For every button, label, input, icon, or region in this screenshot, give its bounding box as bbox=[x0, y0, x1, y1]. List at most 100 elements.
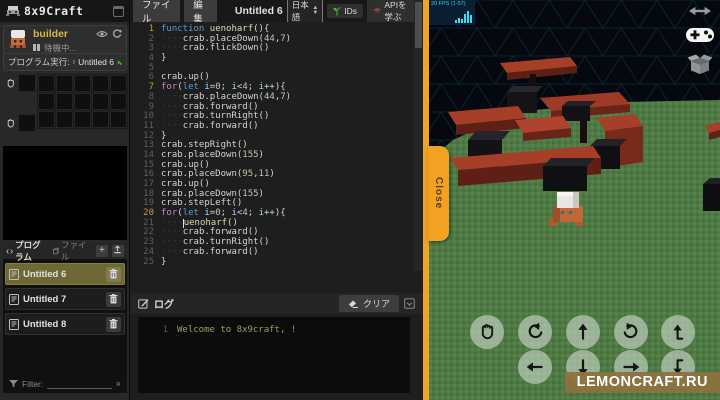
inventory-slot[interactable] bbox=[56, 75, 73, 92]
line-number: 5 bbox=[148, 62, 154, 73]
inventory-slot[interactable] bbox=[18, 74, 36, 92]
control-step-up-button[interactable] bbox=[661, 315, 695, 349]
close-panel-tab[interactable]: Close bbox=[428, 146, 449, 241]
line-number: 3 bbox=[148, 43, 154, 54]
program-name: Untitled 8 bbox=[23, 318, 67, 330]
inventory bbox=[5, 74, 128, 136]
run-program-button[interactable] bbox=[117, 55, 122, 70]
filter-icon bbox=[9, 379, 18, 388]
program-name: Untitled 7 bbox=[23, 293, 67, 305]
files-icon bbox=[52, 247, 60, 255]
program-list-item[interactable]: Untitled 6 bbox=[5, 263, 125, 285]
trash-icon bbox=[109, 294, 118, 304]
tab-files[interactable]: ファイル bbox=[52, 239, 88, 263]
ids-button[interactable]: IDs bbox=[327, 4, 364, 18]
inventory-grid bbox=[37, 74, 128, 129]
hand-slot-icon bbox=[7, 78, 14, 87]
document-title: Untitled 6 bbox=[234, 5, 283, 17]
menubar: ファイル 編集 Untitled 6 日本語 ▲ ▼ IDs APIを学ぶ bbox=[130, 0, 423, 27]
logo-bar: 8x9Craft bbox=[0, 0, 130, 22]
8x9craft-app: 8x9Craft builder 待機中... プログラム実行: Untitle… bbox=[0, 0, 720, 400]
control-move-forward-button[interactable] bbox=[566, 315, 600, 349]
robot-card: builder 待機中... プログラム実行: Untitled 6 bbox=[3, 25, 127, 71]
filter-clear-button[interactable]: × bbox=[116, 379, 121, 389]
inventory-slot[interactable] bbox=[38, 93, 55, 110]
select-arrows-icon: ▲ ▼ bbox=[312, 5, 319, 16]
inventory-side-pair bbox=[5, 74, 36, 92]
inventory-slot[interactable] bbox=[74, 111, 91, 128]
line-number: 4 bbox=[148, 53, 154, 64]
scrollbar-thumb[interactable] bbox=[415, 2, 422, 48]
collapse-log-button[interactable] bbox=[404, 298, 415, 309]
collapse-sidebar-button[interactable] bbox=[113, 5, 124, 17]
viewport-tools bbox=[685, 6, 715, 75]
fps-text: 20 FPS (1-57) bbox=[431, 1, 466, 7]
inventory-slot[interactable] bbox=[110, 93, 127, 110]
program-panel: プログラム ファイル + Untitled 6 Untitled 7 Untitle… bbox=[3, 240, 127, 393]
log-header: ログ クリア bbox=[130, 293, 423, 314]
reload-icon[interactable] bbox=[112, 29, 122, 39]
log-message: Welcome to 8x9craft, ! bbox=[177, 325, 297, 335]
control-rotate-right-button[interactable] bbox=[614, 315, 648, 349]
control-move-left-button[interactable] bbox=[518, 350, 552, 384]
inventory-slot[interactable] bbox=[92, 75, 109, 92]
code-editor[interactable]: 1 function uenoharf(){2 ···· crab.placeDown… bbox=[130, 22, 423, 293]
program-file-icon bbox=[9, 268, 19, 280]
code-icon bbox=[6, 248, 13, 254]
delete-program-button[interactable] bbox=[106, 316, 121, 332]
inventory-slot[interactable] bbox=[92, 93, 109, 110]
inventory-slot[interactable] bbox=[56, 93, 73, 110]
code-line[interactable]: 3 ···· crab.flickDown() bbox=[130, 44, 423, 54]
control-hand-button[interactable] bbox=[470, 315, 504, 349]
code-line[interactable]: 24 ···· crab.forward() bbox=[130, 247, 423, 258]
code-line[interactable]: 4} bbox=[130, 53, 423, 64]
inventory-slot[interactable] bbox=[92, 111, 109, 128]
tab-programs[interactable]: プログラム bbox=[6, 239, 49, 263]
inventory-slot[interactable] bbox=[56, 111, 73, 128]
inventory-slot[interactable] bbox=[18, 114, 36, 132]
inventory-slot[interactable] bbox=[38, 75, 55, 92]
rotate-right-icon bbox=[623, 322, 638, 339]
crab-logo-icon bbox=[6, 6, 20, 16]
trash-icon bbox=[109, 319, 118, 329]
line-number: 1 bbox=[148, 24, 154, 34]
clear-log-button[interactable]: クリア bbox=[338, 295, 399, 312]
program-list-item[interactable]: Untitled 8 bbox=[5, 313, 125, 335]
run-file-name: Untitled 6 bbox=[78, 57, 115, 67]
upload-icon bbox=[114, 245, 122, 254]
filter-label: Filter: bbox=[22, 378, 44, 389]
open-box-icon[interactable] bbox=[687, 54, 713, 75]
gamepad-icon[interactable] bbox=[685, 25, 715, 45]
program-list-item[interactable]: Untitled 7 bbox=[5, 288, 125, 310]
robot-avatar bbox=[10, 30, 26, 48]
move-forward-icon bbox=[578, 323, 588, 340]
pause-icon bbox=[33, 43, 41, 53]
resize-view-icon[interactable] bbox=[689, 6, 711, 16]
inventory-slot[interactable] bbox=[38, 111, 55, 128]
line-number: 8 bbox=[148, 91, 154, 102]
inventory-slot[interactable] bbox=[110, 111, 127, 128]
document-icon bbox=[72, 60, 76, 64]
filter-row: Filter: × bbox=[3, 378, 127, 389]
filter-input[interactable] bbox=[47, 378, 112, 389]
eye-icon[interactable] bbox=[96, 30, 108, 38]
upload-program-button[interactable] bbox=[111, 245, 124, 257]
inventory-slot[interactable] bbox=[110, 75, 127, 92]
inventory-slot[interactable] bbox=[74, 93, 91, 110]
delete-program-button[interactable] bbox=[106, 291, 121, 307]
log-entry: 1 Welcome to 8x9craft, ! bbox=[138, 325, 410, 336]
code-line[interactable]: 25} bbox=[130, 257, 423, 268]
graduation-cap-icon bbox=[373, 7, 382, 13]
add-program-button[interactable]: + bbox=[95, 245, 108, 257]
delete-program-button[interactable] bbox=[106, 266, 121, 282]
program-name: Untitled 6 bbox=[23, 268, 67, 280]
code-line[interactable]: 11 ···· crab.forward() bbox=[130, 121, 423, 132]
log-line-number: 1 bbox=[162, 325, 168, 335]
move-left-icon bbox=[526, 362, 543, 372]
program-file-icon bbox=[9, 293, 19, 305]
editor-scrollbar[interactable] bbox=[414, 0, 423, 271]
hand-slot-icon bbox=[7, 118, 14, 127]
control-rotate-left-button[interactable] bbox=[518, 315, 552, 349]
inventory-slot[interactable] bbox=[74, 75, 91, 92]
step-up-icon bbox=[673, 324, 684, 340]
